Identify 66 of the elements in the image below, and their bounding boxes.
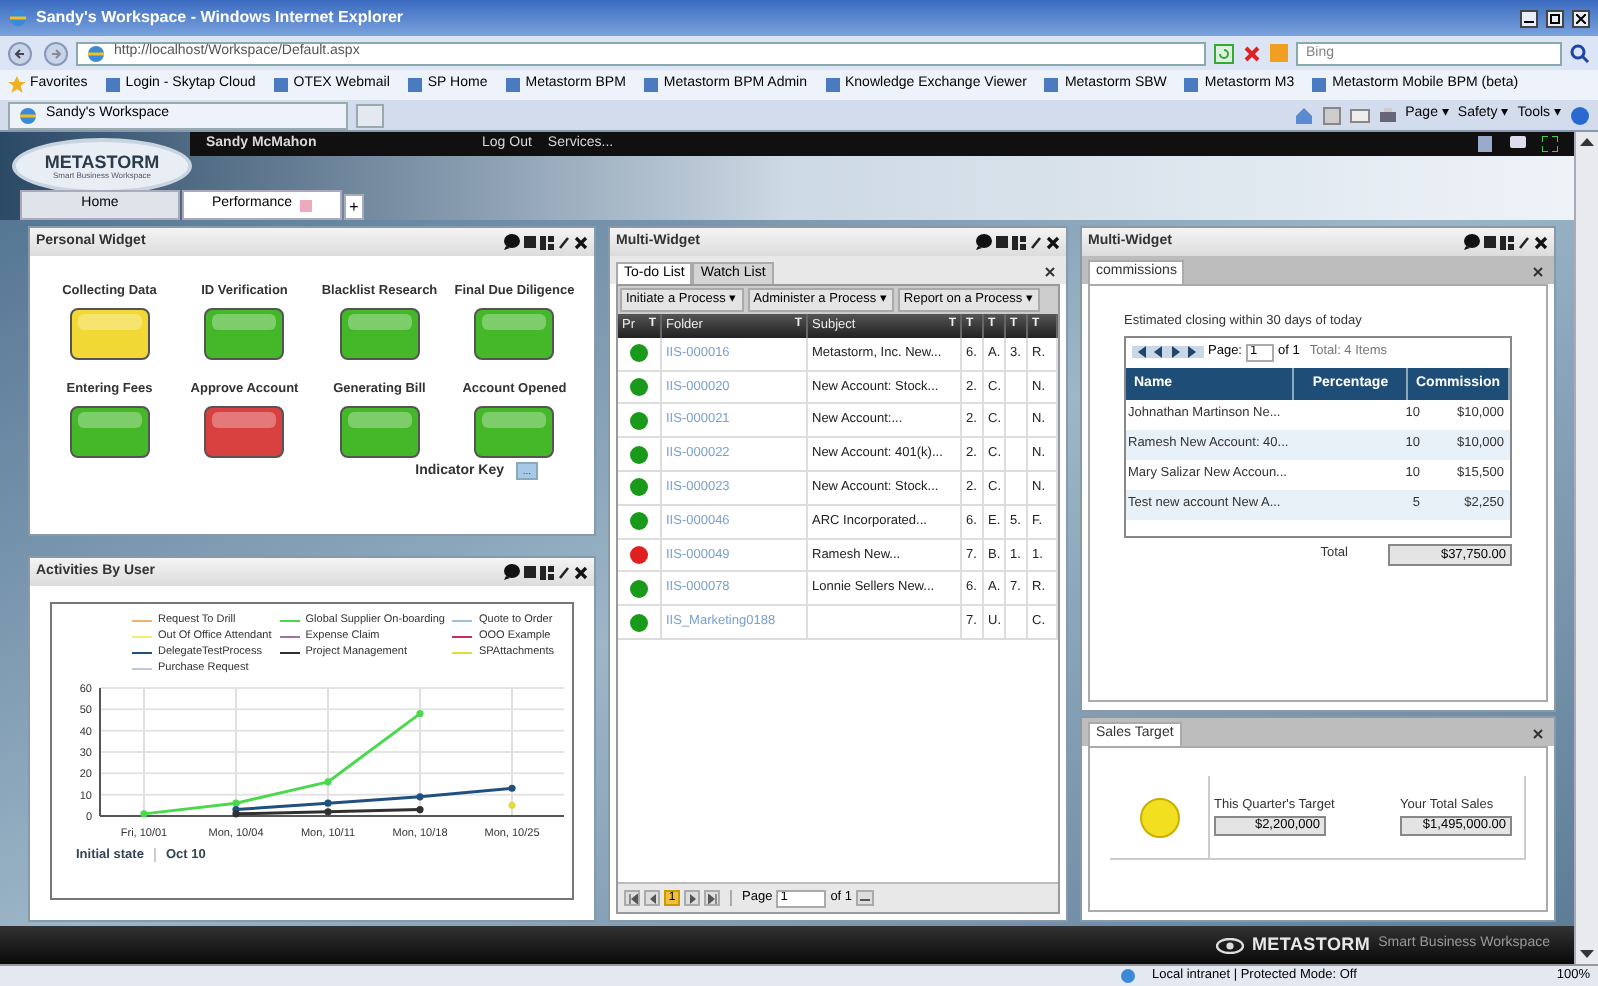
data-point (508, 784, 516, 792)
wrench-icon[interactable] (558, 235, 570, 249)
star-icon (8, 76, 26, 94)
next-page-icon[interactable] (1170, 346, 1184, 359)
document-icon[interactable] (1478, 136, 1494, 152)
logo-text: METASTORM (44, 153, 160, 171)
data-point (416, 710, 424, 718)
data-point (324, 778, 332, 786)
home-icon[interactable] (1293, 105, 1314, 125)
y-axis (99, 687, 101, 817)
data-point (416, 793, 424, 801)
page-icon (503, 76, 522, 94)
page-icon (641, 76, 660, 94)
layout-icon[interactable] (1012, 235, 1026, 249)
last-page-button[interactable] (704, 890, 720, 906)
page-icon (1182, 76, 1201, 94)
search-engine-icon (1270, 44, 1288, 62)
maximize-icon (1550, 13, 1560, 23)
browser-icon (8, 8, 28, 28)
next-page-icon (687, 893, 697, 903)
page-icon (1042, 76, 1061, 94)
layout-icon[interactable] (540, 235, 554, 249)
window-title: Sandy's Workspace - Windows Internet Explorer (36, 6, 404, 30)
page-icon (1310, 76, 1329, 94)
previous-page-icon (647, 893, 657, 903)
layout-icon[interactable] (1500, 235, 1514, 249)
first-page-icon[interactable] (1134, 346, 1148, 359)
chat-bubble-icon[interactable] (1464, 234, 1480, 250)
last-page-icon (707, 893, 717, 903)
maximize-button[interactable] (1546, 9, 1564, 27)
printer-icon[interactable] (1377, 105, 1398, 125)
data-point (140, 810, 148, 818)
wrench-icon[interactable] (1518, 235, 1530, 249)
previous-page-button[interactable] (644, 890, 660, 906)
data-point (416, 806, 424, 814)
browser-icon (18, 105, 38, 125)
mail-icon[interactable] (1349, 105, 1370, 125)
wrench-icon[interactable] (1030, 235, 1042, 249)
scrollbar[interactable] (1574, 132, 1598, 964)
first-page-icon (627, 893, 637, 903)
page-icon (271, 76, 290, 94)
first-page-button[interactable] (624, 890, 640, 906)
next-page-button[interactable] (684, 890, 700, 906)
back-button[interactable] (8, 41, 36, 65)
chat-icon[interactable] (1510, 136, 1526, 152)
minimize-button[interactable] (1520, 9, 1538, 27)
chat-bubble-icon[interactable] (504, 564, 520, 580)
add-tab-button[interactable]: + (344, 194, 364, 220)
data-point (508, 801, 516, 809)
expand-icon[interactable] (1542, 136, 1558, 152)
layout-icon[interactable] (540, 565, 554, 579)
page-icon (405, 76, 424, 94)
brand-name: METASTORM (1251, 931, 1371, 958)
wrench-icon[interactable] (558, 565, 570, 579)
close-button[interactable] (1572, 9, 1590, 27)
chat-bubble-icon[interactable] (504, 234, 520, 250)
globe-icon (1120, 968, 1136, 984)
search-icon[interactable] (1570, 43, 1590, 63)
help-icon[interactable] (1570, 105, 1590, 125)
page-icon (823, 76, 841, 94)
eye-logo-icon (1215, 937, 1244, 953)
chat-bubble-icon[interactable] (976, 234, 992, 250)
previous-page-icon[interactable] (1152, 346, 1166, 359)
browser-icon (86, 43, 106, 63)
forward-button[interactable] (44, 41, 68, 65)
page-icon (103, 76, 122, 94)
